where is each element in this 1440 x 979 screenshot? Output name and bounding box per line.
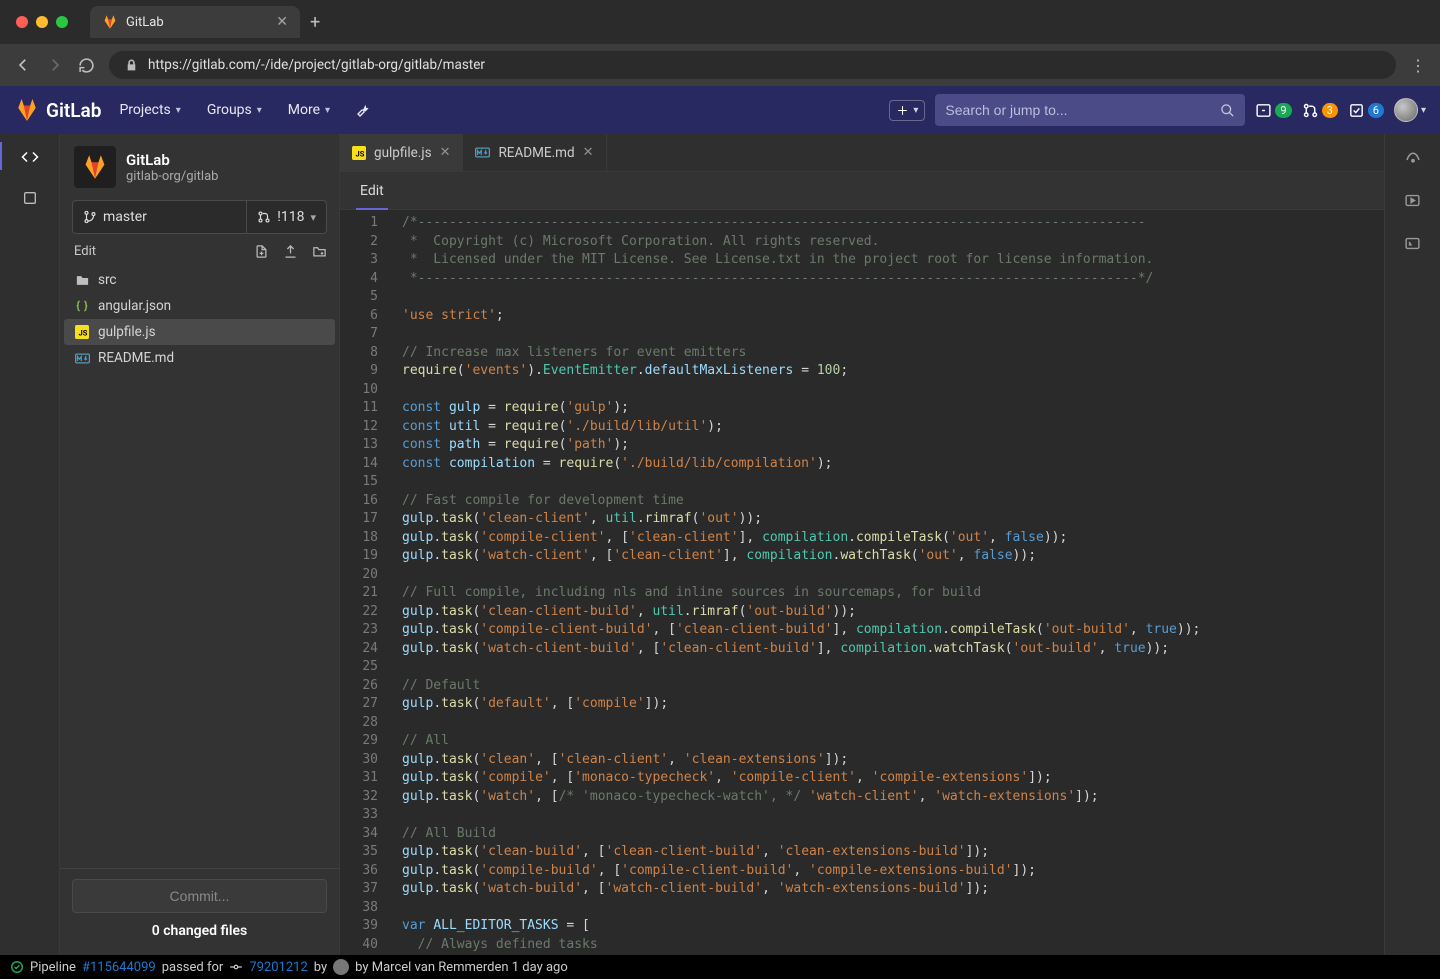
nav-search[interactable] — [935, 94, 1245, 126]
nav-more[interactable]: More▾ — [280, 102, 338, 118]
status-bar: Pipeline #115644099 passed for 79201212 … — [0, 955, 1440, 979]
activity-bar — [0, 134, 60, 955]
line-numbers: 1234567891011121314151617181920212223242… — [340, 210, 392, 955]
minimize-window[interactable] — [36, 16, 48, 28]
browser-tab[interactable]: GitLab ✕ — [90, 6, 300, 38]
gitlab-favicon-icon — [102, 14, 118, 30]
md-icon — [475, 147, 490, 158]
new-file-icon[interactable] — [254, 244, 269, 259]
gitlab-logo[interactable]: GitLab — [14, 97, 101, 123]
author-text: by Marcel van Remmerden 1 day ago — [355, 960, 568, 975]
svg-text:JS: JS — [356, 149, 365, 158]
lock-icon — [125, 59, 138, 72]
nav-user-menu[interactable]: ▾ — [1394, 98, 1426, 122]
tree-item[interactable]: JSgulpfile.js — [64, 319, 335, 345]
activity-code-icon[interactable] — [21, 148, 39, 166]
gitlab-wordmark: GitLab — [46, 99, 101, 122]
side-panel: GitLab gitlab-org/gitlab master !118 ▾ E… — [60, 134, 339, 955]
activity-collapse-icon[interactable] — [22, 190, 38, 206]
avatar — [1394, 98, 1418, 122]
rail-terminal-icon[interactable] — [1404, 235, 1421, 252]
window-controls — [16, 16, 68, 28]
nav-merge-requests[interactable]: 3 — [1302, 102, 1338, 119]
file-tree: srcangular.jsonJSgulpfile.jsREADME.md — [60, 263, 339, 868]
commit-button[interactable]: Commit... — [72, 879, 327, 913]
js-icon: JS — [74, 325, 90, 339]
url-text: https://gitlab.com/-/ide/project/gitlab-… — [148, 57, 485, 73]
js-icon: JS — [352, 146, 366, 160]
branch-selector[interactable]: master — [73, 201, 247, 233]
nav-todos[interactable]: 6 — [1348, 102, 1384, 119]
browser-menu-icon[interactable]: ⋮ — [1410, 56, 1426, 75]
json-icon — [74, 299, 90, 313]
tree-item[interactable]: src — [64, 267, 335, 293]
nav-issues[interactable]: 9 — [1255, 102, 1291, 119]
tree-item[interactable]: angular.json — [64, 293, 335, 319]
browser-tab-title: GitLab — [126, 15, 164, 30]
project-tile-icon — [74, 146, 116, 188]
editor-tab[interactable]: README.md✕ — [463, 134, 606, 171]
editor-tabs: JSgulpfile.js✕README.md✕ — [340, 134, 1384, 172]
pipeline-label: Pipeline — [30, 960, 76, 975]
upload-icon[interactable] — [283, 244, 298, 259]
search-input[interactable] — [945, 102, 1220, 118]
new-tab-button[interactable]: + — [310, 12, 320, 33]
mr-selector[interactable]: !118 ▾ — [247, 201, 326, 233]
project-path: gitlab-org/gitlab — [126, 169, 218, 184]
close-tab-icon[interactable]: ✕ — [440, 145, 451, 160]
maximize-window[interactable] — [56, 16, 68, 28]
pipeline-link[interactable]: #115644099 — [82, 960, 156, 975]
by-label: by — [314, 960, 327, 975]
nav-wrench-icon[interactable] — [348, 102, 380, 118]
passed-label: passed for — [162, 960, 224, 975]
new-folder-icon[interactable] — [312, 244, 327, 259]
folder-icon — [74, 273, 90, 288]
svg-text:JS: JS — [79, 329, 88, 338]
rail-preview-icon[interactable] — [1404, 192, 1421, 209]
commit-icon — [229, 960, 243, 974]
nav-projects[interactable]: Projects▾ — [111, 102, 188, 118]
rail-pipeline-icon[interactable] — [1404, 148, 1422, 166]
close-window[interactable] — [16, 16, 28, 28]
subtab-edit[interactable]: Edit — [348, 172, 396, 209]
commit-link[interactable]: 79201212 — [249, 960, 307, 975]
address-bar[interactable]: https://gitlab.com/-/ide/project/gitlab-… — [109, 51, 1396, 79]
changed-files-count: 0 changed files — [72, 913, 327, 945]
pipeline-status-icon — [10, 960, 24, 974]
md-icon — [74, 353, 90, 364]
reload-icon[interactable] — [78, 57, 95, 74]
close-tab-icon[interactable]: ✕ — [583, 145, 594, 160]
project-title: GitLab — [126, 151, 218, 169]
tree-item[interactable]: README.md — [64, 345, 335, 371]
nav-back-icon[interactable] — [14, 56, 32, 74]
author-avatar — [333, 959, 349, 975]
nav-plus-dropdown[interactable]: ▾ — [889, 100, 925, 121]
nav-forward-icon[interactable] — [46, 56, 64, 74]
close-tab-icon[interactable]: ✕ — [276, 14, 288, 30]
right-rail — [1384, 134, 1440, 955]
nav-groups[interactable]: Groups▾ — [199, 102, 270, 118]
gitlab-navbar: GitLab Projects▾ Groups▾ More▾ ▾ 9 3 6 ▾ — [0, 86, 1440, 134]
code-editor[interactable]: /*--------------------------------------… — [392, 210, 1384, 955]
editor-tab[interactable]: JSgulpfile.js✕ — [340, 134, 463, 171]
panel-edit-label: Edit — [74, 244, 96, 259]
browser-chrome: GitLab ✕ + https://gitlab.com/-/ide/proj… — [0, 0, 1440, 86]
